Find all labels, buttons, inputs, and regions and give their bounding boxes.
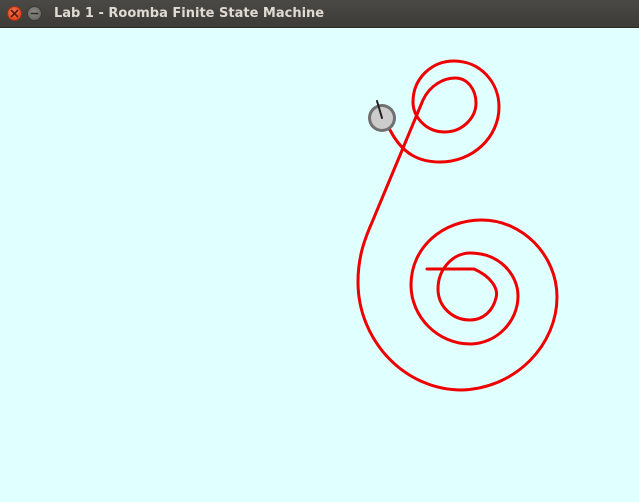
minimize-icon xyxy=(30,12,39,15)
title-bar[interactable]: Lab 1 - Roomba Finite State Machine xyxy=(0,0,639,28)
close-icon xyxy=(10,9,19,18)
simulation-svg xyxy=(356,59,559,392)
window-title: Lab 1 - Roomba Finite State Machine xyxy=(54,6,325,21)
close-button[interactable] xyxy=(7,6,22,21)
simulation-canvas[interactable] xyxy=(0,28,639,502)
minimize-button[interactable] xyxy=(27,6,42,21)
app-window: Lab 1 - Roomba Finite State Machine xyxy=(0,0,639,502)
roomba-icon xyxy=(368,100,396,132)
